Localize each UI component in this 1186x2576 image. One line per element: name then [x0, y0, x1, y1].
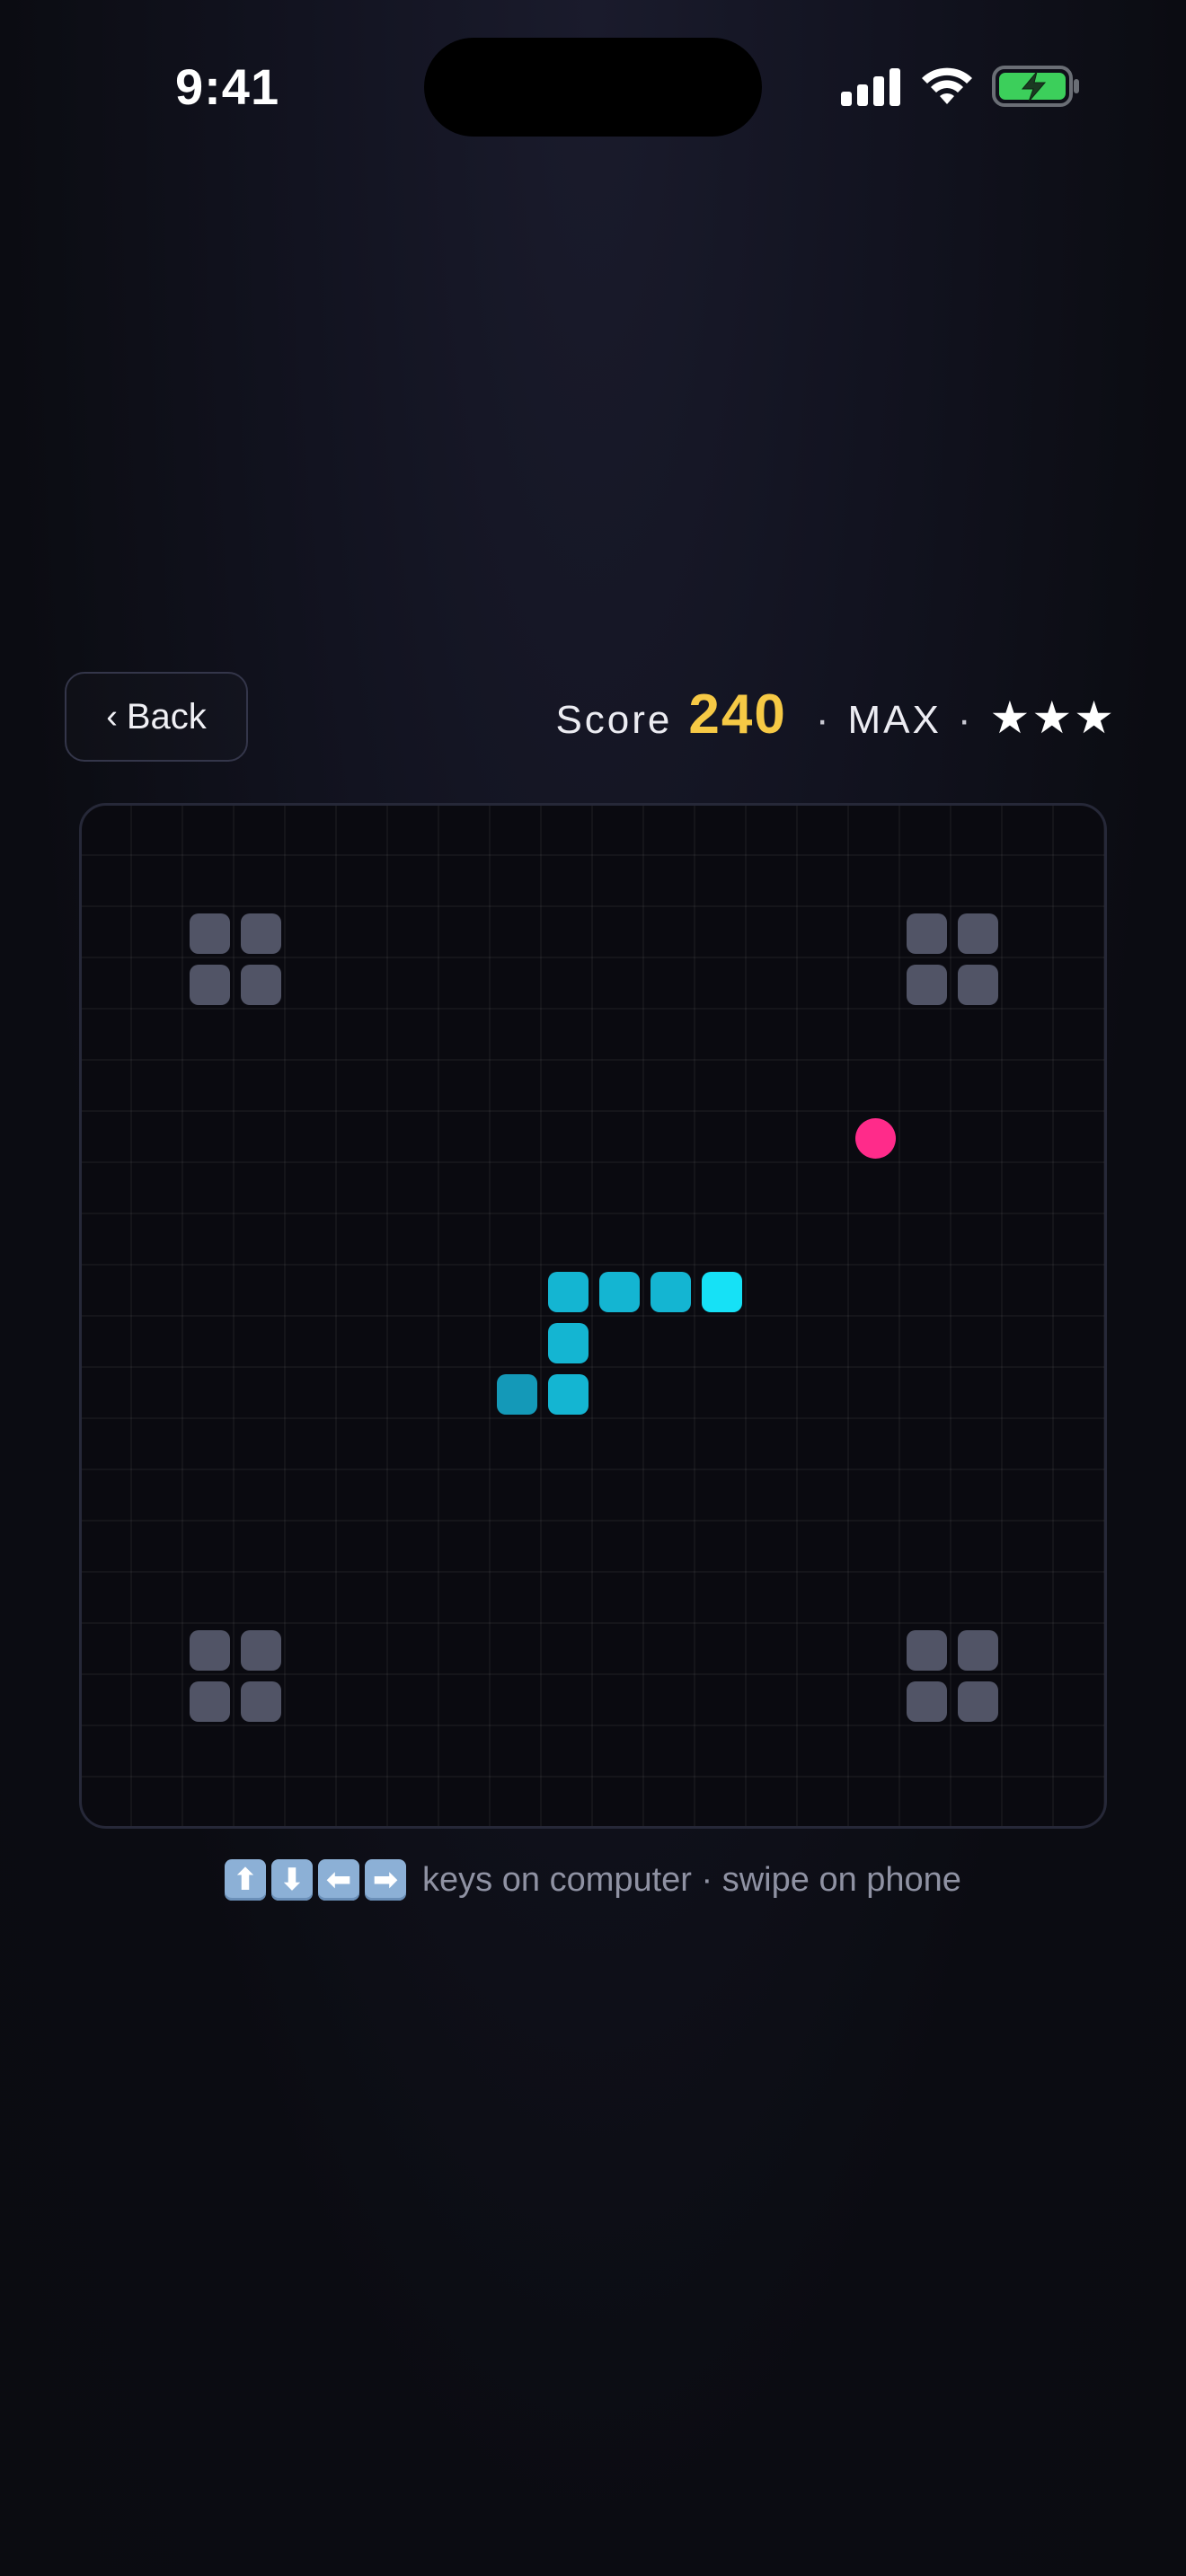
- wall-block: [907, 913, 947, 954]
- snake-segment: [599, 1272, 640, 1312]
- cellular-signal-icon: [841, 66, 902, 106]
- snake-head: [702, 1272, 742, 1312]
- wall-block: [190, 1630, 230, 1671]
- arrow-down-icon: ⬇: [271, 1859, 314, 1901]
- wall-block: [241, 965, 281, 1005]
- snake-segment: [497, 1374, 537, 1415]
- wifi-icon: [922, 67, 972, 104]
- level-label: MAX: [847, 698, 942, 742]
- wall-block: [190, 1681, 230, 1722]
- wall-block: [907, 1681, 947, 1722]
- score-bar: Score 240 · MAX · ★★★: [555, 683, 1116, 758]
- wall-block: [958, 965, 998, 1005]
- wall-block: [958, 1681, 998, 1722]
- snake-segment: [548, 1374, 589, 1415]
- game-board[interactable]: [79, 803, 1107, 1829]
- wall-block: [241, 913, 281, 954]
- battery-charging-icon: [992, 66, 1079, 107]
- wall-block: [958, 913, 998, 954]
- snake-segment: [548, 1272, 589, 1312]
- wall-block: [241, 1630, 281, 1671]
- wall-block: [190, 913, 230, 954]
- arrow-left-icon: ⬅: [318, 1859, 360, 1901]
- star-rating: ★★★: [989, 693, 1116, 743]
- status-time: 9:41: [175, 58, 280, 115]
- wall-block: [907, 1630, 947, 1671]
- food-dot: [855, 1118, 896, 1159]
- dynamic-island: [424, 38, 762, 137]
- back-label: Back: [126, 696, 207, 737]
- chevron-left-icon: ‹: [106, 697, 118, 736]
- wall-block: [907, 965, 947, 1005]
- arrow-up-icon: ⬆: [225, 1859, 267, 1901]
- arrow-right-icon: ➡: [365, 1859, 407, 1901]
- arrow-keys-icons: ⬆ ⬇ ⬅ ➡: [225, 1859, 407, 1901]
- back-button[interactable]: ‹ Back: [65, 672, 248, 762]
- snake-segment: [651, 1272, 691, 1312]
- wall-block: [958, 1630, 998, 1671]
- separator: ·: [815, 698, 832, 742]
- hint-text: keys on computer · swipe on phone: [422, 1860, 961, 1899]
- score-value: 240: [688, 684, 787, 745]
- wall-block: [190, 965, 230, 1005]
- controls-hint: ⬆ ⬇ ⬅ ➡ keys on computer · swipe on phon…: [0, 1859, 1186, 1901]
- wall-block: [241, 1681, 281, 1722]
- snake-segment: [548, 1323, 589, 1363]
- separator: ·: [957, 698, 974, 742]
- score-label: Score: [555, 698, 673, 742]
